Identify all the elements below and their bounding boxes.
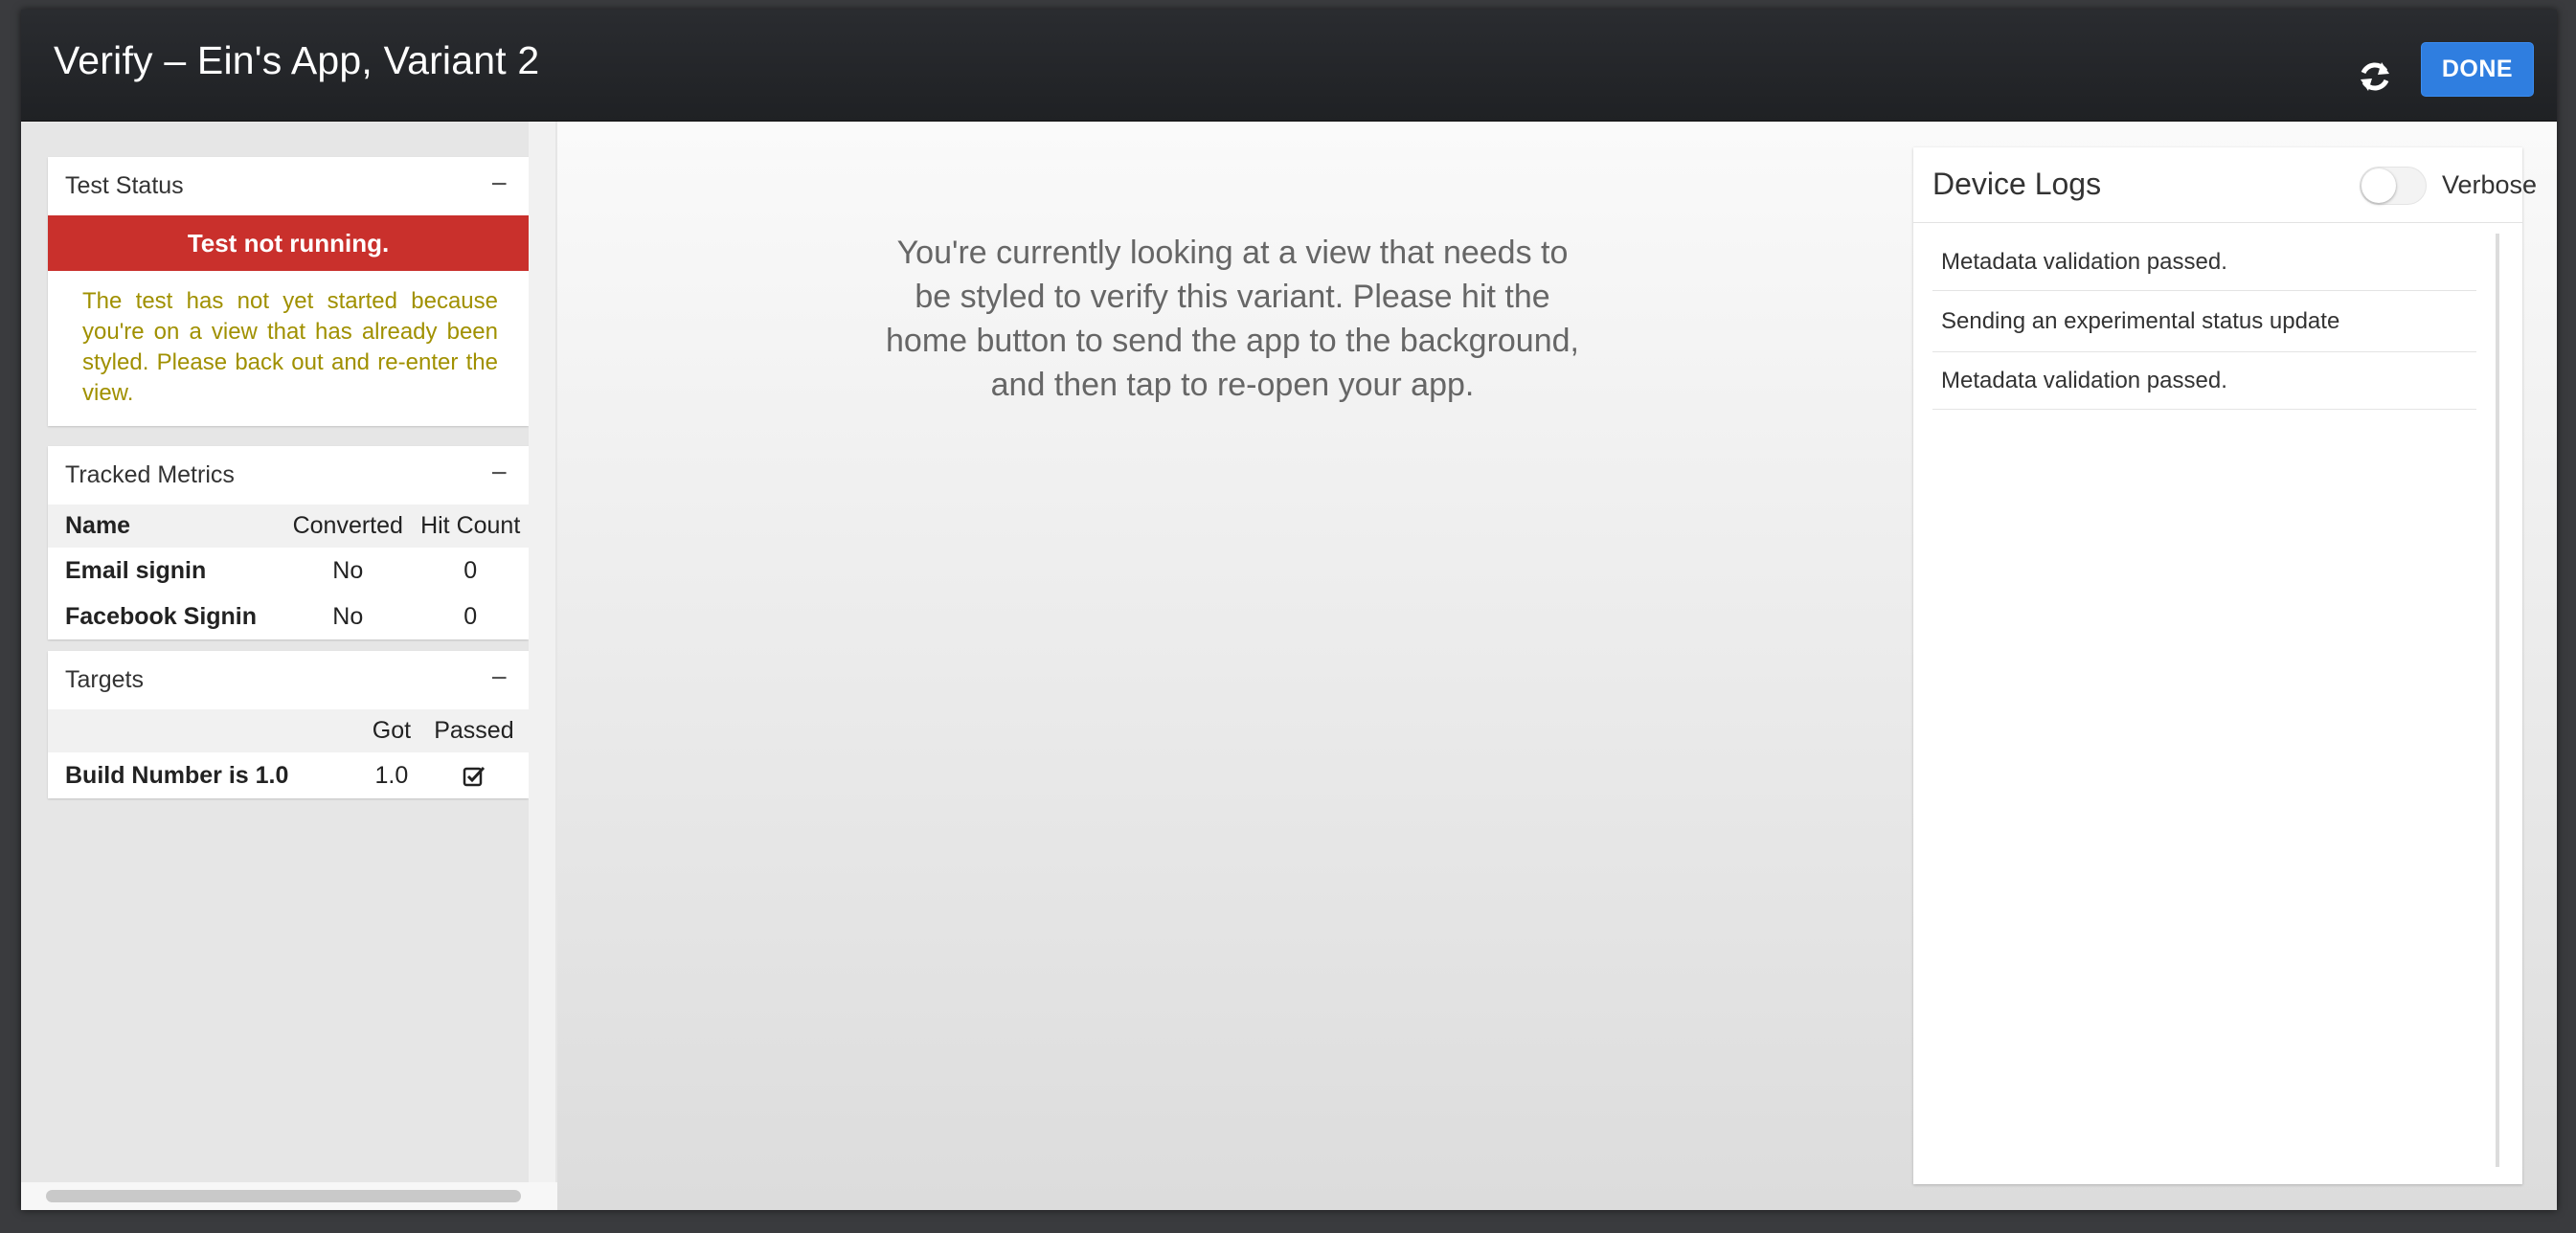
targets-title: Targets <box>65 666 144 693</box>
target-got: 1.0 <box>374 761 409 789</box>
test-status-title: Test Status <box>65 172 184 199</box>
verbose-toggle[interactable] <box>2360 167 2427 205</box>
sidebar: Test Status − Test not running. The test… <box>21 122 557 1210</box>
targets-panel: Targets − Got Passed Build Number is 1.0… <box>48 651 529 798</box>
metric-converted: No <box>332 556 364 584</box>
device-logs-panel: Device Logs Verbose Metadata validation … <box>1913 147 2537 1184</box>
device-logs-title: Device Logs <box>1932 167 2102 201</box>
tracked-metrics-panel: Tracked Metrics − Name Converted Hit Cou… <box>48 446 529 639</box>
target-name: Build Number is 1.0 <box>65 761 289 789</box>
target-passed <box>419 752 529 798</box>
table-row: Email signin No 0 <box>48 548 529 594</box>
targets-header[interactable]: Targets − <box>48 651 529 709</box>
table-row: Build Number is 1.0 1.0 <box>48 752 529 798</box>
instruction-message: You're currently looking at a view that … <box>886 235 1579 403</box>
verify-window: Verify – Ein's App, Variant 2 DONE Test … <box>21 10 2557 1210</box>
scrollbar-thumb[interactable] <box>46 1190 521 1202</box>
column-header: Passed <box>434 717 514 744</box>
column-header: Name <box>65 512 131 539</box>
table-row: Facebook Signin No 0 <box>48 594 529 639</box>
table-header-row: Name Converted Hit Count <box>48 504 529 548</box>
column-header: Got <box>372 717 412 744</box>
metric-name: Facebook Signin <box>65 602 258 630</box>
table-header-row: Got Passed <box>48 709 529 752</box>
test-status-header[interactable]: Test Status − <box>48 157 529 215</box>
metrics-table: Name Converted Hit Count Email signin No… <box>48 504 529 639</box>
log-list: Metadata validation passed. Sending an e… <box>1932 234 2476 410</box>
metric-hit-count: 0 <box>463 602 478 630</box>
log-entry: Metadata validation passed. <box>1932 234 2476 291</box>
targets-table: Got Passed Build Number is 1.0 1.0 <box>48 709 529 798</box>
toggle-knob <box>2361 168 2396 203</box>
collapse-icon[interactable]: − <box>490 170 508 199</box>
window-title: Verify – Ein's App, Variant 2 <box>54 38 540 82</box>
sidebar-horizontal-scrollbar[interactable] <box>21 1182 557 1210</box>
log-entry: Metadata validation passed. <box>1932 352 2476 410</box>
refresh-button[interactable] <box>2346 48 2404 105</box>
tracked-metrics-title: Tracked Metrics <box>65 461 235 488</box>
sidebar-vertical-scrollbar[interactable] <box>529 122 555 1189</box>
header-bar: Verify – Ein's App, Variant 2 DONE <box>21 10 2557 122</box>
status-badge: Test not running. <box>48 215 529 271</box>
column-header: Hit Count <box>420 512 521 539</box>
metric-converted: No <box>332 602 364 630</box>
verbose-label: Verbose <box>2442 170 2538 199</box>
metric-name: Email signin <box>65 556 207 584</box>
done-button[interactable]: DONE <box>2421 42 2534 97</box>
collapse-icon[interactable]: − <box>490 460 508 488</box>
checkbox-checked-icon <box>463 766 486 787</box>
column-header: Converted <box>292 512 403 539</box>
status-message: The test has not yet started because you… <box>82 288 498 406</box>
test-status-panel: Test Status − Test not running. The test… <box>48 157 529 426</box>
refresh-icon <box>2361 62 2389 91</box>
logs-scrollbar[interactable] <box>2496 234 2499 1167</box>
log-entry: Sending an experimental status update <box>1932 291 2476 352</box>
tracked-metrics-header[interactable]: Tracked Metrics − <box>48 446 529 504</box>
column-header <box>48 709 364 752</box>
device-logs-header: Device Logs Verbose <box>1913 147 2537 223</box>
collapse-icon[interactable]: − <box>490 664 508 693</box>
metric-hit-count: 0 <box>463 556 478 584</box>
